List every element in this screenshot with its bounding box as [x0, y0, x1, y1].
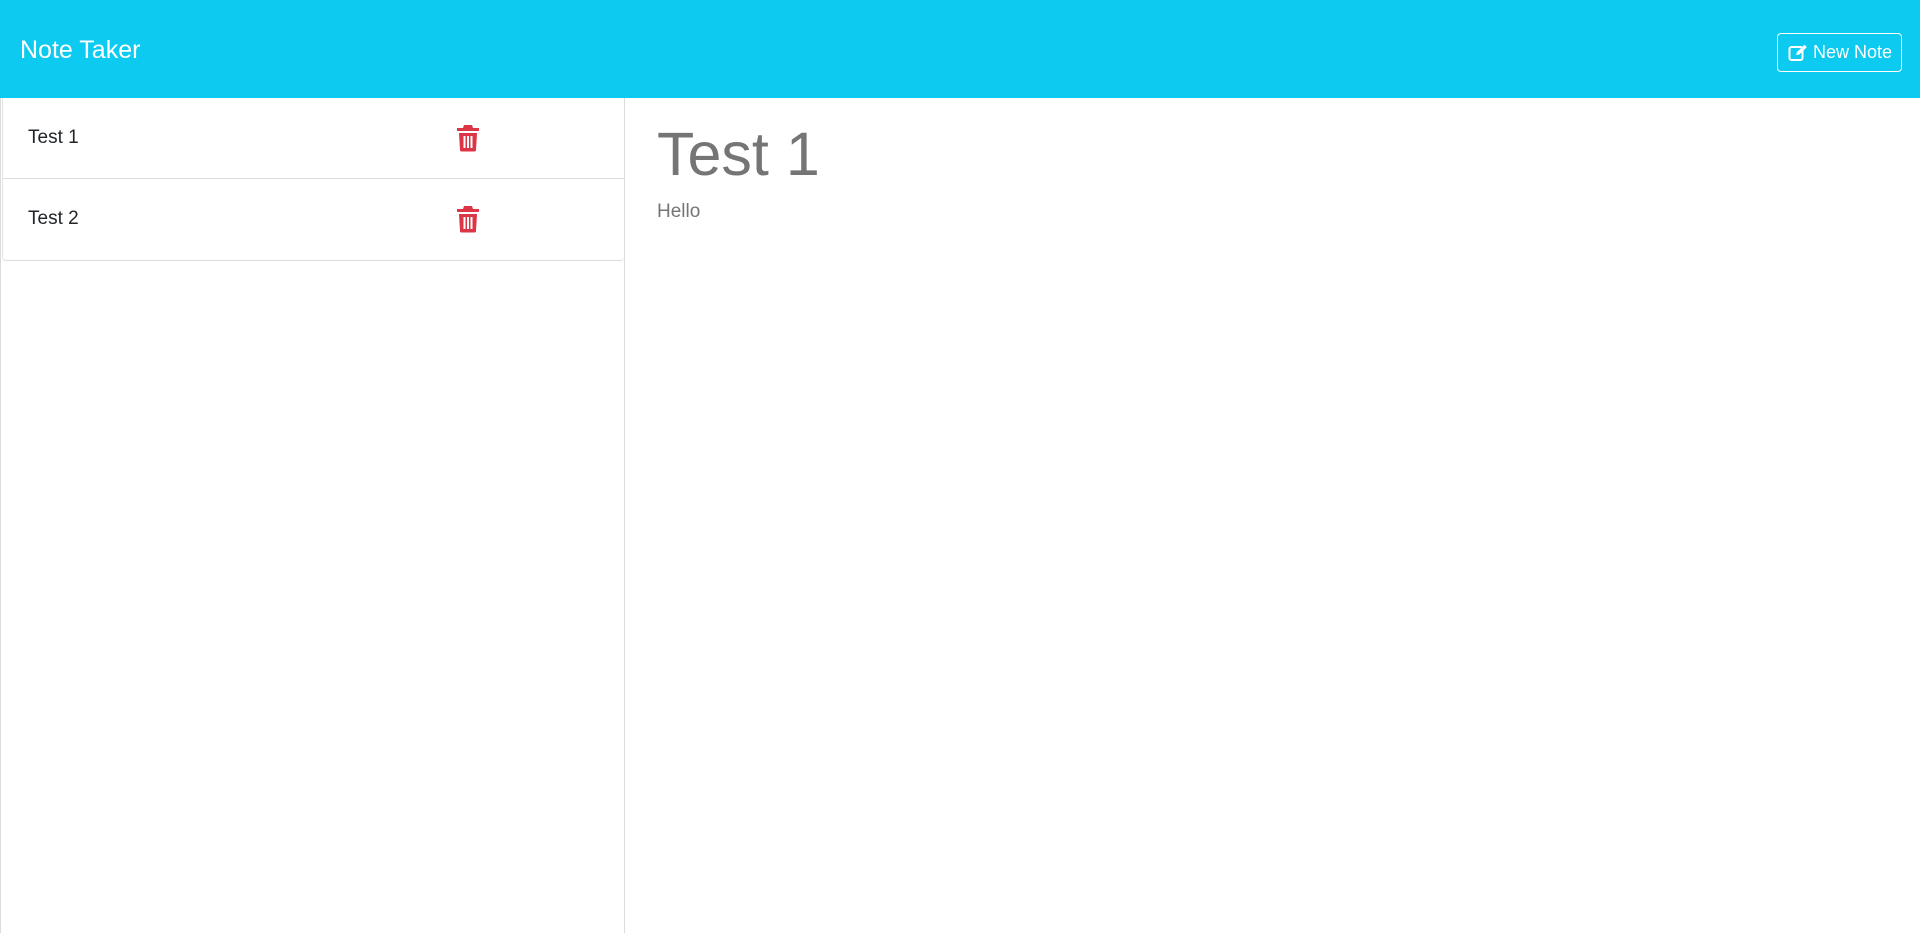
note-item-title: Test 1 — [28, 127, 79, 148]
note-text-field[interactable]: Hello — [657, 199, 700, 225]
note-list-item[interactable]: Test 2 — [3, 179, 624, 260]
note-title-field[interactable]: Test 1 — [657, 118, 820, 190]
app-title[interactable]: Note Taker — [20, 34, 140, 66]
new-note-label: New Note — [1813, 42, 1893, 62]
trash-icon[interactable] — [456, 205, 480, 233]
trash-icon[interactable] — [456, 124, 480, 152]
edit-icon — [1788, 44, 1808, 62]
note-list: Test 1 Test 2 — [2, 98, 624, 261]
note-editor: Test 1 Hello — [626, 98, 1920, 933]
new-note-button[interactable]: New Note — [1777, 33, 1902, 72]
note-item-title: Test 2 — [28, 208, 79, 229]
note-list-sidebar: Test 1 Test 2 — [0, 98, 625, 933]
note-list-item[interactable]: Test 1 — [3, 98, 624, 179]
navbar: Note Taker New Note — [0, 0, 1920, 98]
